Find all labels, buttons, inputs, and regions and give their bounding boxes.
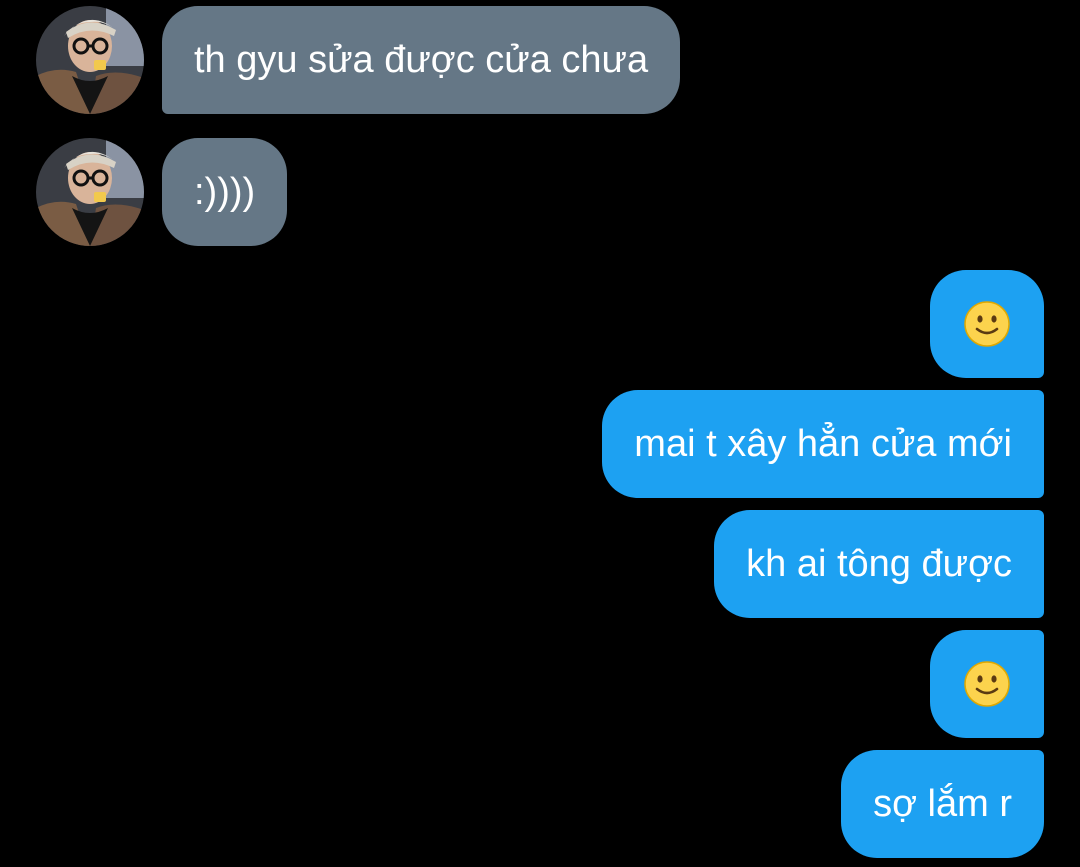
- message-bubble-outgoing[interactable]: [930, 630, 1044, 738]
- message-text: sợ lắm r: [873, 783, 1012, 825]
- message-bubble-outgoing[interactable]: [930, 270, 1044, 378]
- message-bubble-outgoing[interactable]: sợ lắm r: [841, 750, 1044, 858]
- contact-avatar[interactable]: [36, 6, 144, 114]
- slightly-smiling-face-icon: [964, 661, 1010, 707]
- message-text: mai t xây hẳn cửa mới: [634, 423, 1012, 465]
- message-bubble-incoming[interactable]: :)))): [162, 138, 288, 246]
- message-bubble-incoming[interactable]: th gyu sửa được cửa chưa: [162, 6, 681, 114]
- contact-avatar[interactable]: [36, 138, 144, 246]
- slightly-smiling-face-icon: [964, 301, 1010, 347]
- message-bubble-outgoing[interactable]: mai t xây hẳn cửa mới: [602, 390, 1044, 498]
- avatar-photo: [36, 6, 144, 114]
- message-text: th gyu sửa được cửa chưa: [194, 39, 649, 81]
- message-bubble-outgoing[interactable]: kh ai tông được: [714, 510, 1044, 618]
- avatar-photo: [36, 138, 144, 246]
- chat-thread: th gyu sửa được cửa chưa :)))) mai t xây…: [0, 0, 1080, 867]
- message-text: kh ai tông được: [746, 543, 1012, 585]
- message-text: :)))): [194, 171, 256, 213]
